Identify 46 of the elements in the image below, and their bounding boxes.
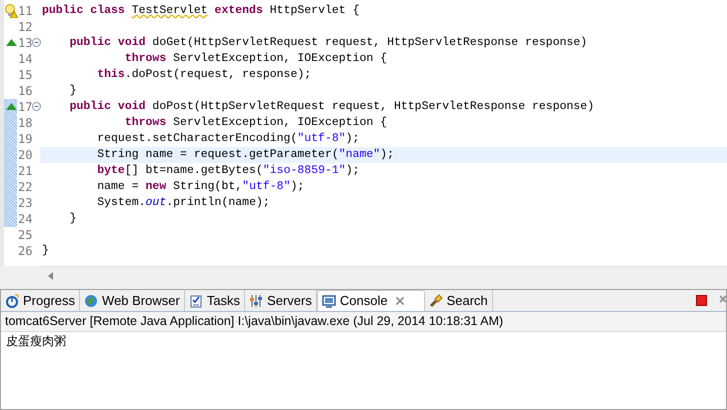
line-number: 20 xyxy=(18,147,32,163)
flashlight-icon xyxy=(428,294,443,308)
line-number: 14 xyxy=(18,51,32,67)
code-line: throws ServletException, IOException { xyxy=(124,51,388,67)
code-line: } xyxy=(68,83,77,99)
collapse-icon[interactable] xyxy=(32,38,41,47)
line-number: 24 xyxy=(18,211,32,227)
code-line: System.out.println(name); xyxy=(96,195,270,211)
view-tab[interactable]: Console xyxy=(316,290,425,311)
close-icon[interactable] xyxy=(396,297,404,305)
line-number: 21 xyxy=(18,163,32,179)
line-number: 23 xyxy=(18,195,32,211)
code-line: this.doPost(request, response); xyxy=(96,67,312,83)
view-tab[interactable]: Search xyxy=(424,290,493,311)
console-header: tomcat6Server [Remote Java Application] I:\java\bin\javaw.exe (Jul 29, 2014 10:18:31 AM) xyxy=(1,312,726,332)
line-number: 11 xyxy=(18,3,32,19)
console-output-line: 皮蛋瘦肉粥 xyxy=(6,333,66,349)
collapse-icon[interactable] xyxy=(32,102,41,111)
code-line: throws ServletException, IOException { xyxy=(124,115,388,131)
line-number: 12 xyxy=(18,19,32,35)
line-number: 26 xyxy=(18,243,32,259)
line-number: 17 xyxy=(18,99,32,115)
checklist-icon xyxy=(188,294,203,308)
code-line: public void doPost(HttpServletRequest request, HttpServletResponse response) xyxy=(68,99,594,115)
code-line: } xyxy=(42,243,49,259)
line-number: 13 xyxy=(18,35,32,51)
lightbulb-warning-icon[interactable] xyxy=(5,4,18,18)
code-editor[interactable] xyxy=(0,0,727,266)
line-number: 25 xyxy=(18,227,32,243)
code-line: name = new String(bt,"utf-8"); xyxy=(96,179,304,195)
scroll-left-icon[interactable] xyxy=(48,272,53,280)
code-line: byte[] bt=name.getBytes("iso-8859-1"); xyxy=(96,163,360,179)
code-line: public class TestServlet extends HttpServlet { xyxy=(42,3,360,19)
progress-icon xyxy=(5,294,19,308)
code-line: String name = request.getParameter("name"); xyxy=(96,147,394,163)
code-line: } xyxy=(68,211,77,227)
line-number: 16 xyxy=(18,83,32,99)
line-number: 18 xyxy=(18,115,32,131)
monitor-icon xyxy=(322,294,336,308)
sliders-icon xyxy=(249,294,264,308)
code-line: request.setCharacterEncoding("utf-8"); xyxy=(96,131,360,147)
code-line: public void doGet(HttpServletRequest request, HttpServletResponse response) xyxy=(68,35,588,51)
globe-icon xyxy=(84,294,98,308)
line-number: 15 xyxy=(18,67,32,83)
line-number: 22 xyxy=(18,179,32,195)
line-number: 19 xyxy=(18,131,32,147)
